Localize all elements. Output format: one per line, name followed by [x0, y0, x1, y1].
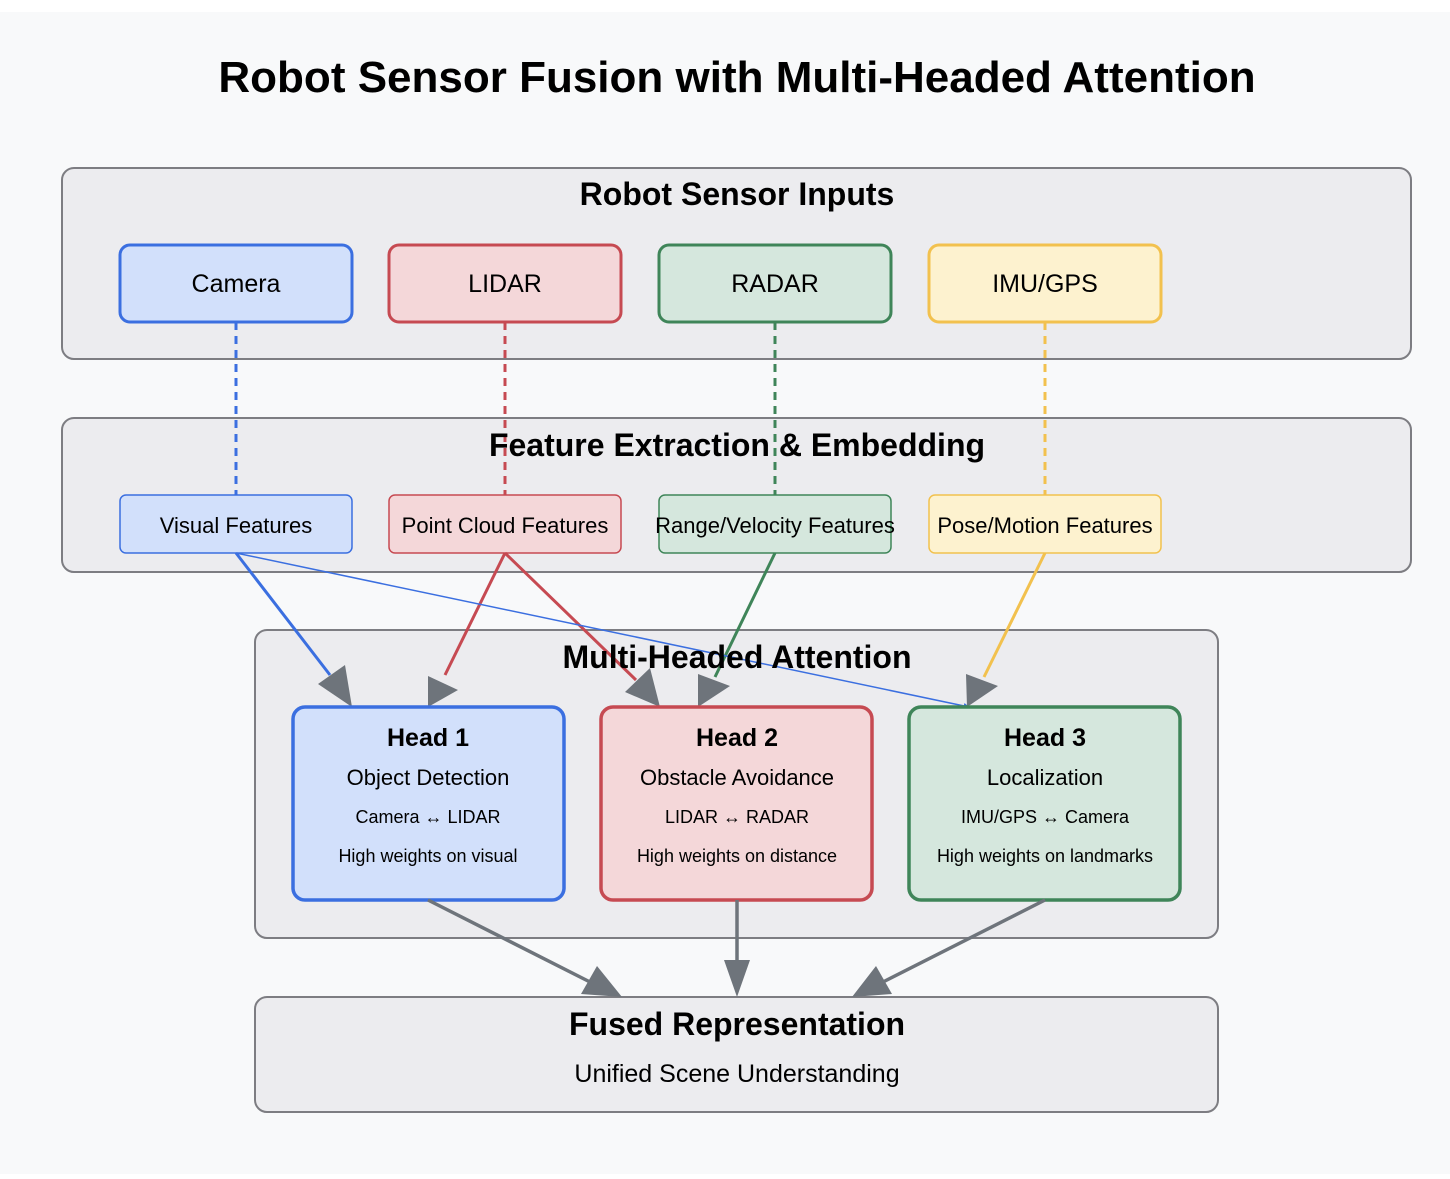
sensor-camera-label: Camera — [192, 270, 281, 298]
feature-point-cloud-label: Point Cloud Features — [402, 513, 609, 538]
attention-title: Multi-Headed Attention — [563, 639, 912, 675]
fused-title: Fused Representation — [569, 1006, 905, 1042]
diagram-title: Robot Sensor Fusion with Multi-Headed At… — [218, 53, 1255, 102]
feature-range-velocity-label: Range/Velocity Features — [655, 513, 895, 538]
sensor-imu-gps: IMU/GPS — [927, 243, 1163, 324]
head-2-title: Head 2 — [696, 724, 778, 752]
feature-pose-motion-label: Pose/Motion Features — [937, 513, 1152, 538]
feature-visual-label: Visual Features — [160, 513, 312, 538]
head-3: Head 3 Localization IMU/GPS ↔ Camera Hig… — [907, 705, 1182, 902]
head-2: Head 2 Obstacle Avoidance LIDAR ↔ RADAR … — [599, 705, 874, 902]
head-3-note: High weights on landmarks — [937, 846, 1153, 866]
feature-point-cloud: Point Cloud Features — [388, 494, 622, 554]
head-3-title: Head 3 — [1004, 724, 1086, 752]
head-1-role: Object Detection — [347, 765, 510, 790]
sensor-inputs-title: Robot Sensor Inputs — [580, 176, 895, 212]
diagram-canvas: Robot Sensor Fusion with Multi-Headed At… — [0, 0, 1450, 1174]
head-3-role: Localization — [987, 765, 1103, 790]
head-2-role: Obstacle Avoidance — [640, 765, 834, 790]
head-1-note: High weights on visual — [338, 846, 517, 866]
sensor-imu-gps-label: IMU/GPS — [992, 270, 1098, 298]
head-1: Head 1 Object Detection Camera ↔ LIDAR H… — [291, 705, 566, 902]
sensor-lidar: LIDAR — [387, 243, 623, 324]
feature-range-velocity: Range/Velocity Features — [655, 494, 895, 554]
fused-subtitle: Unified Scene Understanding — [574, 1060, 899, 1088]
head-1-title: Head 1 — [387, 724, 469, 752]
head-1-pair: Camera ↔ LIDAR — [355, 807, 500, 827]
feature-extraction-title: Feature Extraction & Embedding — [489, 427, 985, 463]
sensor-lidar-label: LIDAR — [468, 270, 542, 298]
head-3-pair: IMU/GPS ↔ Camera — [961, 807, 1130, 827]
sensor-radar: RADAR — [657, 243, 893, 324]
diagram-svg: Robot Sensor Fusion with Multi-Headed At… — [0, 12, 1450, 1174]
sensor-radar-label: RADAR — [731, 270, 819, 298]
feature-visual: Visual Features — [119, 494, 353, 554]
head-2-note: High weights on distance — [637, 846, 837, 866]
head-2-pair: LIDAR ↔ RADAR — [665, 807, 809, 827]
sensor-camera: Camera — [118, 243, 354, 324]
feature-pose-motion: Pose/Motion Features — [928, 494, 1162, 554]
